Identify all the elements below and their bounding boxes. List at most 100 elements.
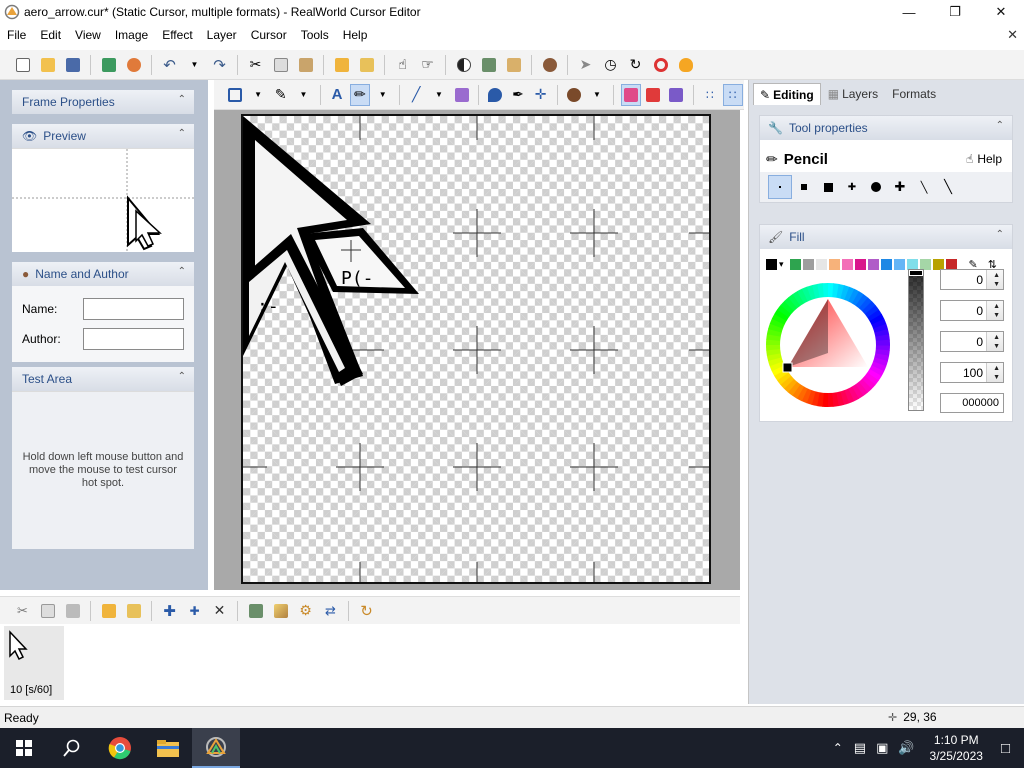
author-input[interactable] [83,328,184,350]
cut-button[interactable]: ✂ [245,54,267,76]
tool-properties-header[interactable]: 🔧 Tool properties ⌃ [760,116,1012,140]
copy-button[interactable] [270,54,292,76]
line-tool-button[interactable]: ╱ [406,84,426,106]
timer-button[interactable]: ◷ [600,54,622,76]
frame-gear-button[interactable]: ⚙ [295,600,317,622]
hotspot-clear-button[interactable]: ☞ [417,54,439,76]
sound-button[interactable] [123,54,145,76]
hex-input[interactable]: 000000 [940,393,1004,413]
tab-layers[interactable]: ▦ Layers [821,83,885,105]
menu-tools[interactable]: Tools [294,24,336,46]
chrome-button[interactable] [96,728,144,768]
pencil-tool-button[interactable]: ✏ [349,83,370,106]
brush-size-5[interactable] [864,175,888,199]
select-dropdown[interactable]: ▼ [248,84,268,106]
move-tool-button[interactable]: ✛ [531,84,551,106]
menu-file[interactable]: File [0,24,33,46]
color-swatch[interactable] [932,258,944,270]
brush-size-4[interactable]: ✚ [840,175,864,199]
tab-formats[interactable]: Formats [885,83,943,105]
color-swatch[interactable] [880,258,892,270]
menu-view[interactable]: View [68,24,108,46]
notifications-icon[interactable]: □ [993,740,1024,757]
chevron-up-icon[interactable]: ⌃ [827,741,849,755]
menu-edit[interactable]: Edit [33,24,68,46]
collapse-icon[interactable]: ⌃ [996,229,1004,240]
spin-arrows-icon[interactable]: ▲ ▼ [993,333,1000,351]
color-swatch[interactable] [789,258,801,270]
menu-layer[interactable]: Layer [200,24,244,46]
color-wheel[interactable] [762,279,897,414]
layer-paste-button[interactable] [356,54,378,76]
brush-size-1[interactable] [768,175,792,199]
spin-arrows-icon[interactable]: ▲ ▼ [993,271,1000,289]
color-swatch[interactable] [841,258,853,270]
brush-size-6[interactable]: ✚ [888,175,912,199]
test-area-header[interactable]: Test Area ⌃ [12,367,194,391]
fire-button[interactable] [675,54,697,76]
minimize-button[interactable]: — [886,0,932,24]
duplicate-frame-button[interactable]: ✚ [184,600,206,622]
frame-copy-button[interactable] [37,600,59,622]
pointer-button[interactable]: ➤ [575,54,597,76]
collapse-icon[interactable]: ⌃ [178,266,186,277]
test-area[interactable]: Hold down left mouse button and move the… [12,391,194,549]
grid-button[interactable]: ∷ [700,84,720,106]
cursor-editor-button[interactable] [192,728,240,768]
color-swatch[interactable] [919,258,931,270]
menu-help[interactable]: Help [336,24,375,46]
import-button[interactable] [98,54,120,76]
dropper-tool-button[interactable] [485,84,505,106]
layers-button[interactable] [331,54,353,76]
green-spinbox[interactable]: 0 ▲ ▼ [940,300,1004,321]
file-explorer-button[interactable] [144,728,192,768]
select-tool-button[interactable] [226,84,246,106]
hotspot-button[interactable]: ☝ [392,54,414,76]
text-tool-button[interactable]: A [327,84,347,106]
new-file-button[interactable] [12,54,34,76]
invert-button[interactable] [453,54,475,76]
red-spinbox[interactable]: 0 ▲ ▼ [940,269,1004,290]
eraser-button[interactable] [503,54,525,76]
collapse-icon[interactable]: ⌃ [178,128,186,139]
open-file-button[interactable] [37,54,59,76]
color-swatch[interactable] [828,258,840,270]
menu-image[interactable]: Image [108,24,155,46]
blend-mode-2-button[interactable] [644,84,664,106]
start-button[interactable] [0,728,48,768]
stamp-button[interactable] [478,54,500,76]
frame-properties-header[interactable]: Frame Properties ⌃ [12,90,194,114]
fill-header[interactable]: 🖌 Fill ⌃ [760,225,1012,249]
color-swatch[interactable] [815,258,827,270]
color-swatch[interactable] [766,258,777,270]
brush-dropdown[interactable]: ▼ [294,84,314,106]
alpha-spinbox[interactable]: 100 ▲ ▼ [940,362,1004,383]
name-author-header[interactable]: ● Name and Author ⌃ [12,262,194,286]
color-swatch[interactable] [893,258,905,270]
volume-icon[interactable]: 🔊 [893,740,919,756]
canvas-area[interactable]: P(- :- [214,110,740,590]
color-swatch[interactable] [906,258,918,270]
color-swatch[interactable] [854,258,866,270]
stamp-dropdown[interactable]: ▼ [587,84,607,106]
collapse-icon[interactable]: ⌃ [996,120,1004,131]
spin-arrows-icon[interactable]: ▲ ▼ [993,302,1000,320]
menu-cursor[interactable]: Cursor [244,24,294,46]
brush-size-7[interactable]: ╲ [912,175,936,199]
frame-swap-button[interactable]: ⇄ [320,600,342,622]
help-button[interactable]: ☝ Help [966,152,1006,166]
collapse-icon[interactable]: ⌃ [178,371,186,382]
frame-cut-button[interactable]: ✂ [12,600,34,622]
undo-button[interactable]: ↶ [159,54,181,76]
fill-tool-button[interactable] [452,84,472,106]
color-swatch[interactable] [945,258,957,270]
brush-size-3[interactable] [816,175,840,199]
frame-layers-button[interactable] [98,600,120,622]
color-swatch[interactable] [867,258,879,270]
blue-spinbox[interactable]: 0 ▲ ▼ [940,331,1004,352]
delete-frame-button[interactable]: ✕ [209,600,231,622]
undo-dropdown-button[interactable]: ▼ [184,54,206,76]
brush-tool-button[interactable]: ✎ [271,84,291,106]
clock[interactable]: 1:10 PM 3/25/2023 [920,732,993,764]
user-button[interactable] [539,54,561,76]
